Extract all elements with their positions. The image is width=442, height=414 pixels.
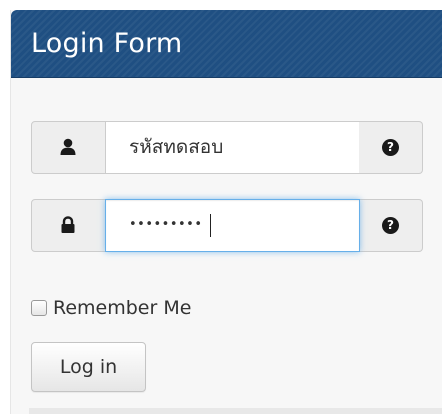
username-help-addon[interactable]: ?	[359, 121, 423, 174]
password-help-addon[interactable]: ?	[359, 199, 423, 252]
password-addon	[31, 199, 106, 252]
password-input-group: ••••••••• ?	[31, 199, 423, 252]
login-panel: Login Form รหัสทดสอบ ? ••••••••• ? Remem…	[10, 10, 442, 414]
remember-me-label[interactable]: Remember Me	[53, 296, 191, 320]
password-field[interactable]: •••••••••	[105, 199, 360, 252]
lock-icon	[59, 216, 77, 234]
panel-footer-divider	[29, 408, 442, 414]
login-button[interactable]: Log in	[31, 342, 146, 392]
user-icon	[59, 138, 77, 156]
username-addon	[31, 121, 106, 174]
panel-title: Login Form	[31, 28, 183, 59]
username-field[interactable]: รหัสทดสอบ	[105, 121, 360, 174]
password-masked-value: •••••••••	[129, 217, 203, 232]
remember-me-checkbox[interactable]	[31, 300, 47, 316]
remember-me-row[interactable]: Remember Me	[31, 294, 331, 324]
question-circle-icon: ?	[382, 217, 399, 234]
text-caret	[210, 214, 211, 237]
panel-heading: Login Form	[11, 10, 442, 78]
question-circle-icon: ?	[382, 139, 399, 156]
username-input-group: รหัสทดสอบ ?	[31, 121, 423, 174]
username-value: รหัสทดสอบ	[129, 136, 224, 158]
